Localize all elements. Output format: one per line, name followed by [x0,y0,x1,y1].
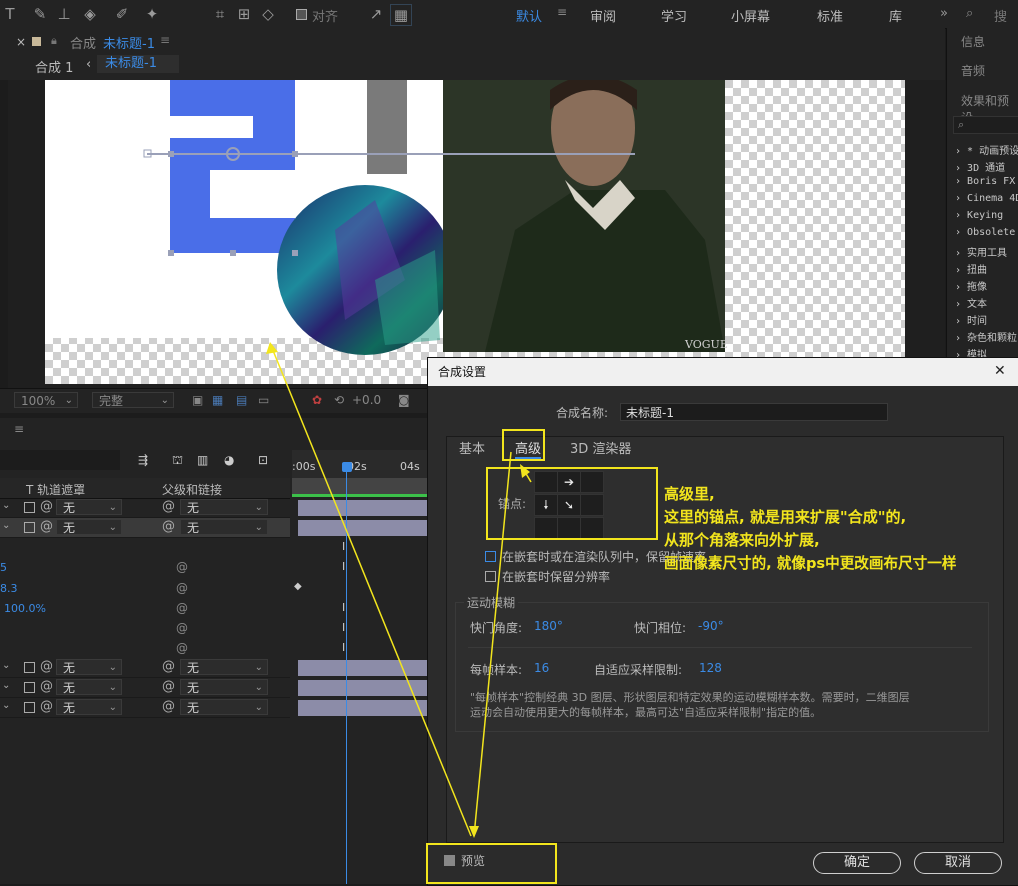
annotation-arrow-line [473,451,512,837]
annotation-arrow-line [271,347,472,837]
annotation-arrows [266,342,532,838]
arrow-head-icon [520,464,530,478]
arrow-head-icon [266,342,278,354]
